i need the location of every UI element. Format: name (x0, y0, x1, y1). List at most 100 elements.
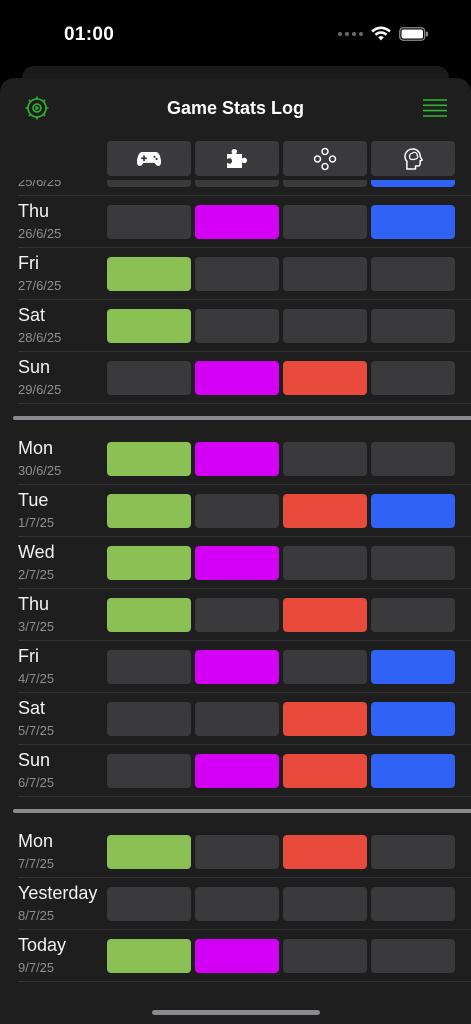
day-row: Thu 3/7/25 (0, 589, 471, 641)
day-date: 25/6/25 (18, 180, 62, 189)
stat-cell-4-empty[interactable] (371, 361, 455, 395)
column-header-brain[interactable] (371, 141, 455, 176)
stat-cell-3-empty[interactable] (283, 180, 367, 187)
stat-cell-3-filled[interactable] (283, 361, 367, 395)
stat-cell-1-filled[interactable] (107, 546, 191, 580)
stat-cell-1-empty[interactable] (107, 754, 191, 788)
stat-cell-2-empty[interactable] (195, 598, 279, 632)
menu-icon (423, 99, 447, 117)
stat-cell-4-empty[interactable] (371, 939, 455, 973)
stat-cell-2-filled[interactable] (195, 939, 279, 973)
home-indicator (152, 1010, 320, 1015)
day-row: Wed25/6/25 (0, 180, 471, 196)
stat-cell-4-empty[interactable] (371, 835, 455, 869)
day-name: Thu (18, 594, 50, 614)
stat-cell-2-empty[interactable] (195, 180, 279, 187)
day-row: Mon 30/6/25 (0, 433, 471, 485)
stat-cell-4-empty[interactable] (371, 598, 455, 632)
day-row: Sun 6/7/25 (0, 745, 471, 797)
stat-cell-3-filled[interactable] (283, 494, 367, 528)
stat-cell-2-filled[interactable] (195, 361, 279, 395)
day-list[interactable]: Wed25/6/25Thu26/6/25Fri27/6/25Sat28/6/25… (0, 180, 471, 1024)
stat-cell-4-filled[interactable] (371, 180, 455, 187)
wifi-icon (371, 26, 391, 41)
column-header-puzzle[interactable] (195, 141, 279, 176)
stat-cell-3-empty[interactable] (283, 442, 367, 476)
day-date: 4/7/25 (18, 671, 55, 686)
stat-cell-4-empty[interactable] (371, 546, 455, 580)
day-date: 5/7/25 (18, 723, 55, 738)
day-date: 2/7/25 (18, 567, 55, 582)
stat-cell-2-filled[interactable] (195, 546, 279, 580)
stat-cell-2-filled[interactable] (195, 442, 279, 476)
navigation-bar: Game Stats Log (0, 78, 471, 138)
stat-cell-4-filled[interactable] (371, 494, 455, 528)
stat-cell-3-empty[interactable] (283, 309, 367, 343)
day-name: Sun (18, 750, 51, 770)
menu-button[interactable] (423, 98, 447, 118)
stat-cell-4-empty[interactable] (371, 257, 455, 291)
stat-cell-3-filled[interactable] (283, 835, 367, 869)
stat-cell-1-empty[interactable] (107, 205, 191, 239)
stat-cell-4-empty[interactable] (371, 309, 455, 343)
stat-cell-2-empty[interactable] (195, 309, 279, 343)
stat-cell-3-filled[interactable] (283, 754, 367, 788)
stat-cell-2-empty[interactable] (195, 702, 279, 736)
stat-cell-1-filled[interactable] (107, 835, 191, 869)
stat-cell-3-empty[interactable] (283, 546, 367, 580)
day-name: Tue (18, 490, 49, 510)
stat-cell-4-filled[interactable] (371, 702, 455, 736)
stat-cell-2-filled[interactable] (195, 650, 279, 684)
stat-cell-2-filled[interactable] (195, 754, 279, 788)
stat-cell-1-filled[interactable] (107, 598, 191, 632)
stat-cell-3-empty[interactable] (283, 205, 367, 239)
stat-cell-4-filled[interactable] (371, 650, 455, 684)
stat-cell-4-empty[interactable] (371, 442, 455, 476)
day-name: Mon (18, 438, 54, 458)
day-date: 6/7/25 (18, 775, 55, 790)
stat-cell-2-empty[interactable] (195, 887, 279, 921)
day-date: 8/7/25 (18, 908, 55, 923)
stat-cell-1-filled[interactable] (107, 442, 191, 476)
stat-cell-2-empty[interactable] (195, 494, 279, 528)
day-name: Wed (18, 542, 55, 562)
stat-cell-3-empty[interactable] (283, 650, 367, 684)
day-row: Tue 1/7/25 (0, 485, 471, 537)
stat-cell-3-empty[interactable] (283, 887, 367, 921)
stat-cell-1-empty[interactable] (107, 887, 191, 921)
stat-cell-1-filled[interactable] (107, 939, 191, 973)
stat-cell-4-filled[interactable] (371, 754, 455, 788)
stat-cell-2-empty[interactable] (195, 257, 279, 291)
day-name: Fri (18, 253, 39, 273)
stat-cell-2-filled[interactable] (195, 205, 279, 239)
stat-cell-3-filled[interactable] (283, 598, 367, 632)
puzzle-icon (227, 148, 247, 168)
dpad-buttons-icon (313, 147, 337, 170)
brain-head-icon (404, 147, 423, 170)
day-row: Today 9/7/25 (0, 930, 471, 982)
stat-cell-1-empty[interactable] (107, 361, 191, 395)
stat-cell-2-empty[interactable] (195, 835, 279, 869)
stat-cell-4-filled[interactable] (371, 205, 455, 239)
day-date: 30/6/25 (18, 463, 62, 478)
stat-cell-3-empty[interactable] (283, 257, 367, 291)
stat-cell-1-filled[interactable] (107, 257, 191, 291)
stat-cell-4-empty[interactable] (371, 887, 455, 921)
stat-cell-1-empty[interactable] (107, 702, 191, 736)
stat-cell-1-empty[interactable] (107, 650, 191, 684)
stat-cell-3-empty[interactable] (283, 939, 367, 973)
stat-cell-1-empty[interactable] (107, 180, 191, 187)
day-date: 28/6/25 (18, 330, 62, 345)
main-sheet: Game Stats Log 25/6/25 Thu 26/6/25 Fri 2… (0, 78, 471, 1024)
page-title: Game Stats Log (166, 98, 305, 118)
column-header-gamepad[interactable] (107, 141, 191, 176)
day-date: 27/6/25 (18, 278, 62, 293)
day-row: Sat 5/7/25 (0, 693, 471, 745)
column-header-buttons[interactable] (283, 141, 367, 176)
stat-cell-1-filled[interactable] (107, 309, 191, 343)
battery-icon (399, 26, 428, 41)
stat-cell-3-filled[interactable] (283, 702, 367, 736)
cellular-signal-icon (338, 31, 363, 36)
stat-cell-1-filled[interactable] (107, 494, 191, 528)
day-row: Sun 29/6/25 (0, 352, 471, 404)
